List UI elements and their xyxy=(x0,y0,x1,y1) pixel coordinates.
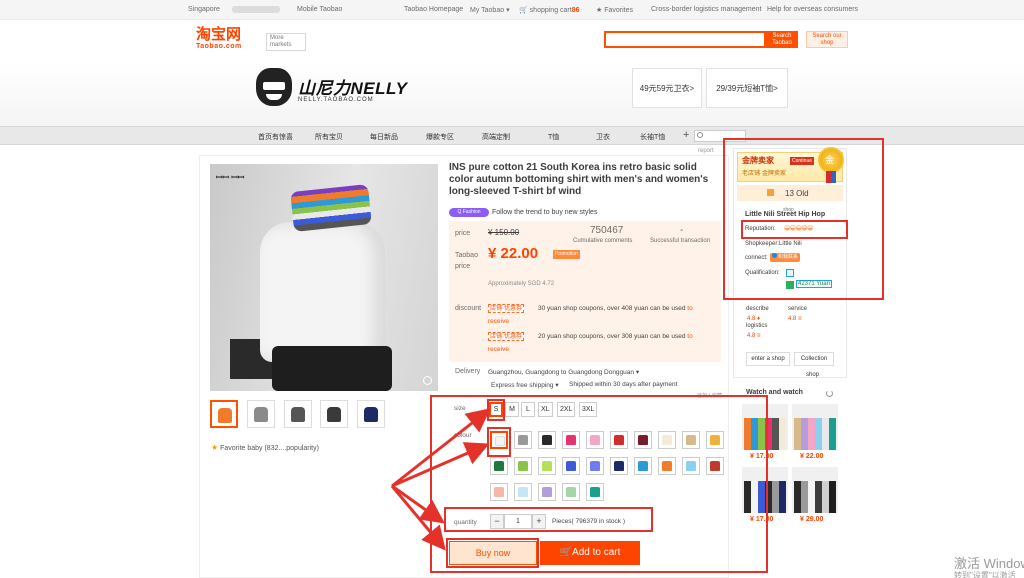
annotation-arrows xyxy=(390,408,491,551)
windows-activation-watermark-sub: 转到"设置"以激活 xyxy=(954,571,1016,578)
